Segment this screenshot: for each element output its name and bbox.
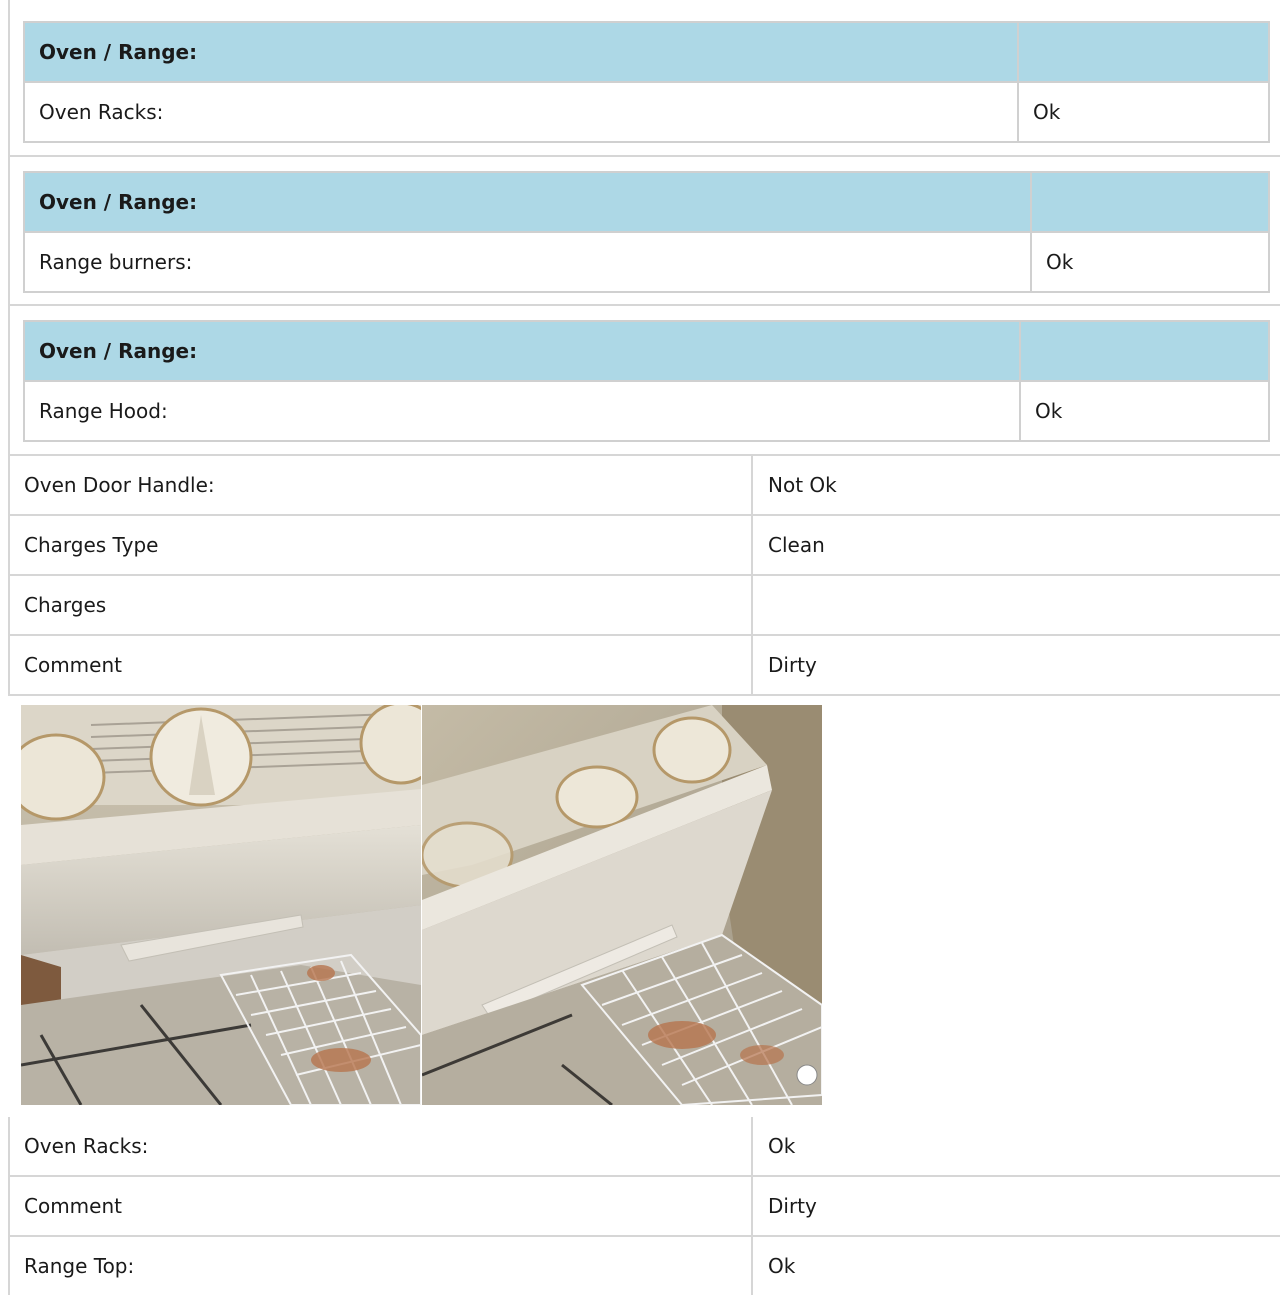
section-header-row: Oven / Range: [25,173,1268,233]
oven-knobs-photo-1[interactable] [21,705,421,1105]
detail-label: Range Top: [10,1237,753,1295]
detail-label: Charges Type [10,516,753,574]
section-table-3: Oven / Range: Range Hood: Ok [23,320,1270,442]
section-table-2: Oven / Range: Range burners: Ok [23,171,1270,293]
detail-label: Oven Door Handle: [10,456,753,514]
section-item-label: Range Hood: [39,399,168,423]
detail-label: Oven Racks: [10,1117,753,1175]
detail-value: Clean [768,533,825,557]
section-item-label: Range burners: [39,250,193,274]
detail-label: Charges [10,576,753,634]
oven-knobs-photo-2[interactable] [422,705,822,1105]
section-header: Oven / Range: [39,40,198,64]
section-header-empty [1030,173,1268,231]
table-row: Charges [10,576,1280,636]
section-header-empty [1019,322,1268,380]
section-item-label: Oven Racks: [39,100,164,124]
detail-value: Ok [768,1134,796,1158]
section-value-row: Range Hood: Ok [25,382,1268,440]
section-value-row: Oven Racks: Ok [25,83,1268,141]
detail-value [753,576,1280,634]
section-header-empty [1017,23,1268,81]
table-row: Comment Dirty [10,636,1280,696]
section-header-row: Oven / Range: [25,23,1268,83]
table-row: Oven Racks: Ok [10,1117,1280,1177]
details-table: Oven Door Handle: Not Ok Charges Type Cl… [8,456,1280,696]
detail-label: Comment [10,636,753,694]
section-header-row: Oven / Range: [25,322,1268,382]
separator [8,155,1280,157]
section-table-1: Oven / Range: Oven Racks: Ok [23,21,1270,143]
detail-label: Comment [10,1177,753,1235]
table-row: Range Top: Ok [10,1237,1280,1295]
section-value-row: Range burners: Ok [25,233,1268,291]
section-item-value: Ok [1017,83,1268,141]
detail-value: Dirty [768,1194,817,1218]
details-table-2: Oven Racks: Ok Comment Dirty Range Top: … [8,1117,1280,1295]
table-row: Oven Door Handle: Not Ok [10,456,1280,516]
detail-value: Ok [768,1254,796,1278]
detail-value: Dirty [768,653,817,677]
section-item-value: Ok [1030,233,1268,291]
table-row: Comment Dirty [10,1177,1280,1237]
section-item-value: Ok [1019,382,1268,440]
table-row: Charges Type Clean [10,516,1280,576]
section-header: Oven / Range: [39,190,198,214]
section-header: Oven / Range: [39,339,198,363]
separator [8,304,1280,306]
detail-value: Not Ok [768,473,837,497]
